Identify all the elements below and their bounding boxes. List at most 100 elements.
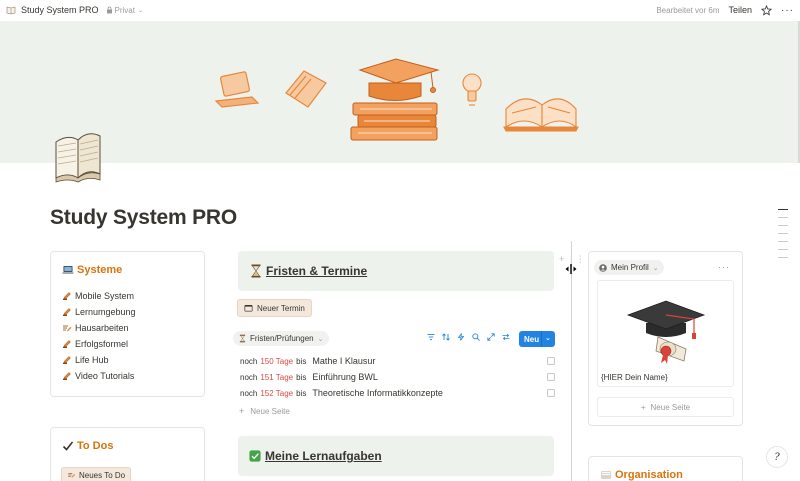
systeme-list: Mobile System Lernumgebung Hausarbeiten … bbox=[51, 276, 204, 384]
lernaufgaben-heading-text: Meine Lernaufgaben bbox=[265, 449, 382, 463]
edited-timestamp: Bearbeitet vor 6m bbox=[656, 5, 720, 15]
days-remaining: 150 Tage bbox=[260, 356, 294, 366]
systeme-item-hausarbeiten[interactable]: Hausarbeiten bbox=[62, 320, 204, 336]
cover-illustration bbox=[214, 58, 579, 141]
page-title[interactable]: Study System PRO bbox=[50, 206, 237, 230]
star-icon[interactable] bbox=[761, 4, 772, 16]
book-icon bbox=[6, 6, 16, 15]
plus-icon: + bbox=[239, 406, 245, 416]
deadline-name[interactable]: Theoretische Informatikkonzepte bbox=[312, 388, 443, 398]
done-checkbox[interactable] bbox=[547, 389, 555, 397]
lock-icon bbox=[106, 6, 112, 14]
help-icon: ? bbox=[774, 451, 780, 463]
calendar-icon bbox=[244, 305, 253, 312]
profile-gallery-item[interactable] bbox=[597, 280, 734, 387]
search-icon[interactable] bbox=[472, 333, 480, 341]
breadcrumb-doc-title[interactable]: Study System PRO bbox=[21, 5, 99, 15]
laptop-icon bbox=[214, 71, 260, 108]
topbar-actions: Bearbeitet vor 6m Teilen ··· bbox=[656, 4, 794, 16]
done-checkbox[interactable] bbox=[547, 357, 555, 365]
organisation-card: Organisation bbox=[588, 456, 743, 481]
new-page-button[interactable]: + Neue Seite bbox=[239, 406, 290, 416]
pencil-icon bbox=[63, 292, 71, 300]
automation-icon[interactable] bbox=[457, 333, 465, 341]
new-entry-button[interactable]: Neu ⌄ bbox=[519, 331, 555, 347]
profile-new-page-button[interactable]: + Neue Seite bbox=[597, 397, 734, 417]
toc-line[interactable] bbox=[778, 217, 788, 218]
toc-line[interactable] bbox=[778, 257, 788, 258]
more-options-icon[interactable] bbox=[502, 333, 510, 341]
profile-view-tab[interactable]: Mein Profil ⌄ bbox=[594, 260, 664, 275]
done-checkbox[interactable] bbox=[547, 373, 555, 381]
more-icon[interactable]: ··· bbox=[781, 5, 794, 16]
systeme-item-life-hub[interactable]: Life Hub bbox=[62, 352, 204, 368]
button-divider bbox=[541, 331, 542, 347]
share-button[interactable]: Teilen bbox=[728, 5, 752, 15]
filter-icon[interactable] bbox=[427, 333, 435, 341]
plus-icon: + bbox=[640, 402, 646, 412]
privacy-dropdown[interactable]: Privat ⌄ bbox=[106, 6, 143, 15]
organisation-heading[interactable]: Organisation bbox=[589, 457, 742, 481]
systeme-card: Systeme Mobile System Lernumgebung Hausa… bbox=[50, 251, 205, 397]
new-todo-button[interactable]: Neues To Do bbox=[61, 467, 132, 481]
chevron-down-icon[interactable]: ⌄ bbox=[545, 334, 551, 342]
column-resize-divider[interactable] bbox=[571, 241, 572, 481]
toc-line[interactable] bbox=[778, 209, 788, 210]
database-toolbar bbox=[427, 333, 510, 341]
chevron-down-icon: ⌄ bbox=[652, 264, 659, 272]
cover-image[interactable] bbox=[0, 21, 800, 163]
table-row[interactable]: noch 151 Tage bis Einführung BWL bbox=[240, 369, 556, 385]
folder-icon bbox=[601, 471, 611, 479]
systeme-item-lernumgebung[interactable]: Lernumgebung bbox=[62, 304, 204, 320]
table-row[interactable]: noch 150 Tage bis Mathe I Klausur bbox=[240, 353, 556, 369]
sort-icon[interactable] bbox=[442, 333, 450, 341]
deadline-name[interactable]: Einführung BWL bbox=[312, 372, 378, 382]
chevron-down-icon: ⌄ bbox=[137, 7, 144, 14]
chevron-down-icon: ⌄ bbox=[317, 335, 324, 343]
help-button[interactable]: ? bbox=[766, 446, 788, 468]
pencil-icon bbox=[63, 356, 71, 364]
privacy-label: Privat bbox=[114, 5, 135, 15]
systeme-item-erfolgsformel[interactable]: Erfolgsformel bbox=[62, 336, 204, 352]
toc-line[interactable] bbox=[778, 233, 788, 234]
resize-cursor-icon bbox=[565, 264, 577, 274]
books-cap-icon bbox=[350, 58, 440, 141]
open-book-page-icon[interactable] bbox=[50, 122, 106, 184]
writing-icon bbox=[63, 325, 72, 332]
pencil-icon bbox=[63, 372, 71, 380]
graduation-cap-icon bbox=[626, 300, 706, 364]
days-remaining: 151 Tage bbox=[260, 372, 294, 382]
profile-name-field[interactable]: {HIER Dein Name} bbox=[601, 373, 668, 382]
laptop-icon bbox=[62, 266, 74, 274]
toc-line[interactable] bbox=[778, 225, 788, 226]
table-row[interactable]: noch 152 Tage bis Theoretische Informati… bbox=[240, 385, 556, 401]
systeme-item-video-tutorials[interactable]: Video Tutorials bbox=[62, 368, 204, 384]
expand-icon[interactable] bbox=[487, 333, 495, 341]
fristen-heading-callout[interactable]: Fristen & Termine bbox=[238, 251, 554, 291]
lernaufgaben-heading-callout[interactable]: Meine Lernaufgaben bbox=[238, 436, 554, 476]
hourglass-icon bbox=[239, 334, 246, 343]
checkmark-icon bbox=[62, 441, 74, 451]
new-appointment-button[interactable]: Neuer Termin bbox=[237, 299, 312, 317]
writing-icon bbox=[68, 473, 76, 478]
lightbulb-icon bbox=[462, 73, 482, 106]
view-tab-fristen-pruefungen[interactable]: Fristen/Prüfungen ⌄ bbox=[233, 331, 330, 346]
user-icon bbox=[599, 263, 607, 272]
pencil-icon bbox=[63, 340, 71, 348]
systeme-item-mobile-system[interactable]: Mobile System bbox=[62, 288, 204, 304]
todos-heading[interactable]: To Dos bbox=[51, 428, 204, 452]
toc-line[interactable] bbox=[778, 241, 788, 242]
days-remaining: 152 Tage bbox=[260, 388, 294, 398]
pencil-icon bbox=[63, 308, 71, 316]
table-of-contents-minimap[interactable] bbox=[778, 209, 788, 265]
more-icon[interactable]: ··· bbox=[718, 262, 730, 272]
toc-line[interactable] bbox=[778, 249, 788, 250]
systeme-heading[interactable]: Systeme bbox=[51, 252, 204, 276]
fristen-heading-text: Fristen & Termine bbox=[266, 264, 368, 278]
open-book-icon bbox=[503, 98, 579, 132]
check-box-icon bbox=[249, 450, 261, 462]
hourglass-icon bbox=[251, 264, 261, 278]
top-bar: Study System PRO Privat ⌄ Bearbeitet vor… bbox=[0, 0, 800, 20]
deadline-name[interactable]: Mathe I Klausur bbox=[312, 356, 375, 366]
notebook-icon bbox=[285, 70, 327, 108]
